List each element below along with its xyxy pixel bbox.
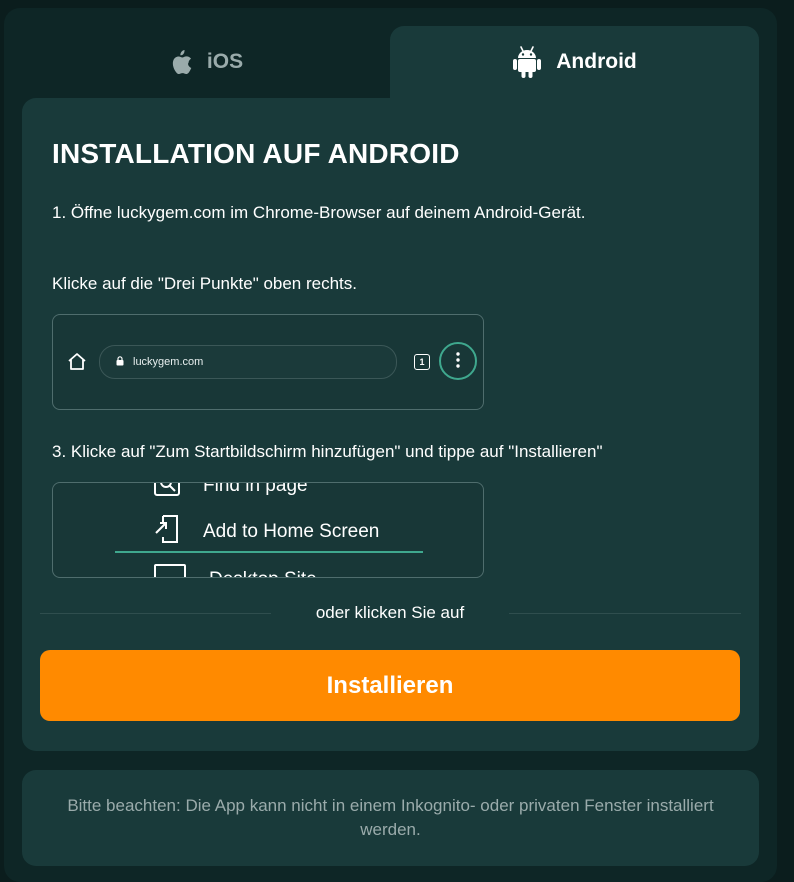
divider-left — [40, 613, 271, 614]
divider-right — [509, 613, 741, 614]
menu-highlight-underline — [115, 551, 423, 553]
find-in-page-icon — [153, 483, 181, 503]
divider-text: oder klicken Sie auf — [315, 603, 465, 622]
step-3-text: 3. Klicke auf "Zum Startbildschirm hinzu… — [52, 442, 603, 461]
step-1-text: 1. Öffne luckygem.com im Chrome-Browser … — [52, 203, 586, 222]
desktop-site-icon — [153, 563, 187, 577]
tab-android[interactable]: Android — [390, 26, 759, 98]
tabs-icon: 1 — [414, 354, 430, 370]
install-button[interactable]: Installieren — [40, 650, 740, 721]
menu-item-label: Add to Home Screen — [203, 521, 380, 542]
step-2-text: Klicke auf die "Drei Punkte" oben rechts… — [52, 274, 358, 293]
tab-ios[interactable]: iOS — [22, 26, 390, 98]
lock-icon — [116, 353, 124, 371]
menu-item-label: Find in page — [203, 482, 308, 496]
three-dots-icon — [456, 352, 460, 373]
menu-item-label: Desktop Site — [209, 569, 317, 577]
browser-toolbar-screenshot: luckygem.com 1 — [52, 314, 484, 410]
apple-icon — [169, 48, 193, 76]
panel-title: INSTALLATION AUF ANDROID — [52, 138, 460, 169]
incognito-notice: Bitte beachten: Die App kann nicht in ei… — [22, 770, 759, 866]
instructions-panel: INSTALLATION AUF ANDROID 1. Öffne luckyg… — [22, 98, 759, 751]
menu-item-desktop-site: Desktop Site — [153, 563, 317, 577]
android-icon — [512, 45, 542, 79]
tab-android-label: Android — [556, 50, 637, 73]
notice-text: Bitte beachten: Die App kann nicht in ei… — [67, 796, 714, 839]
url-text: luckygem.com — [133, 356, 204, 368]
menu-screenshot: Find in page Add to Home Screen Desktop … — [52, 482, 484, 578]
menu-item-add-to-home-screen: Add to Home Screen — [153, 513, 379, 551]
home-icon — [67, 352, 87, 376]
url-bar: luckygem.com — [99, 345, 397, 379]
tab-ios-label: iOS — [206, 50, 244, 73]
three-dots-menu-highlight — [439, 342, 477, 380]
add-to-home-screen-icon — [153, 513, 181, 551]
menu-item-find-in-page: Find in page — [153, 482, 308, 503]
